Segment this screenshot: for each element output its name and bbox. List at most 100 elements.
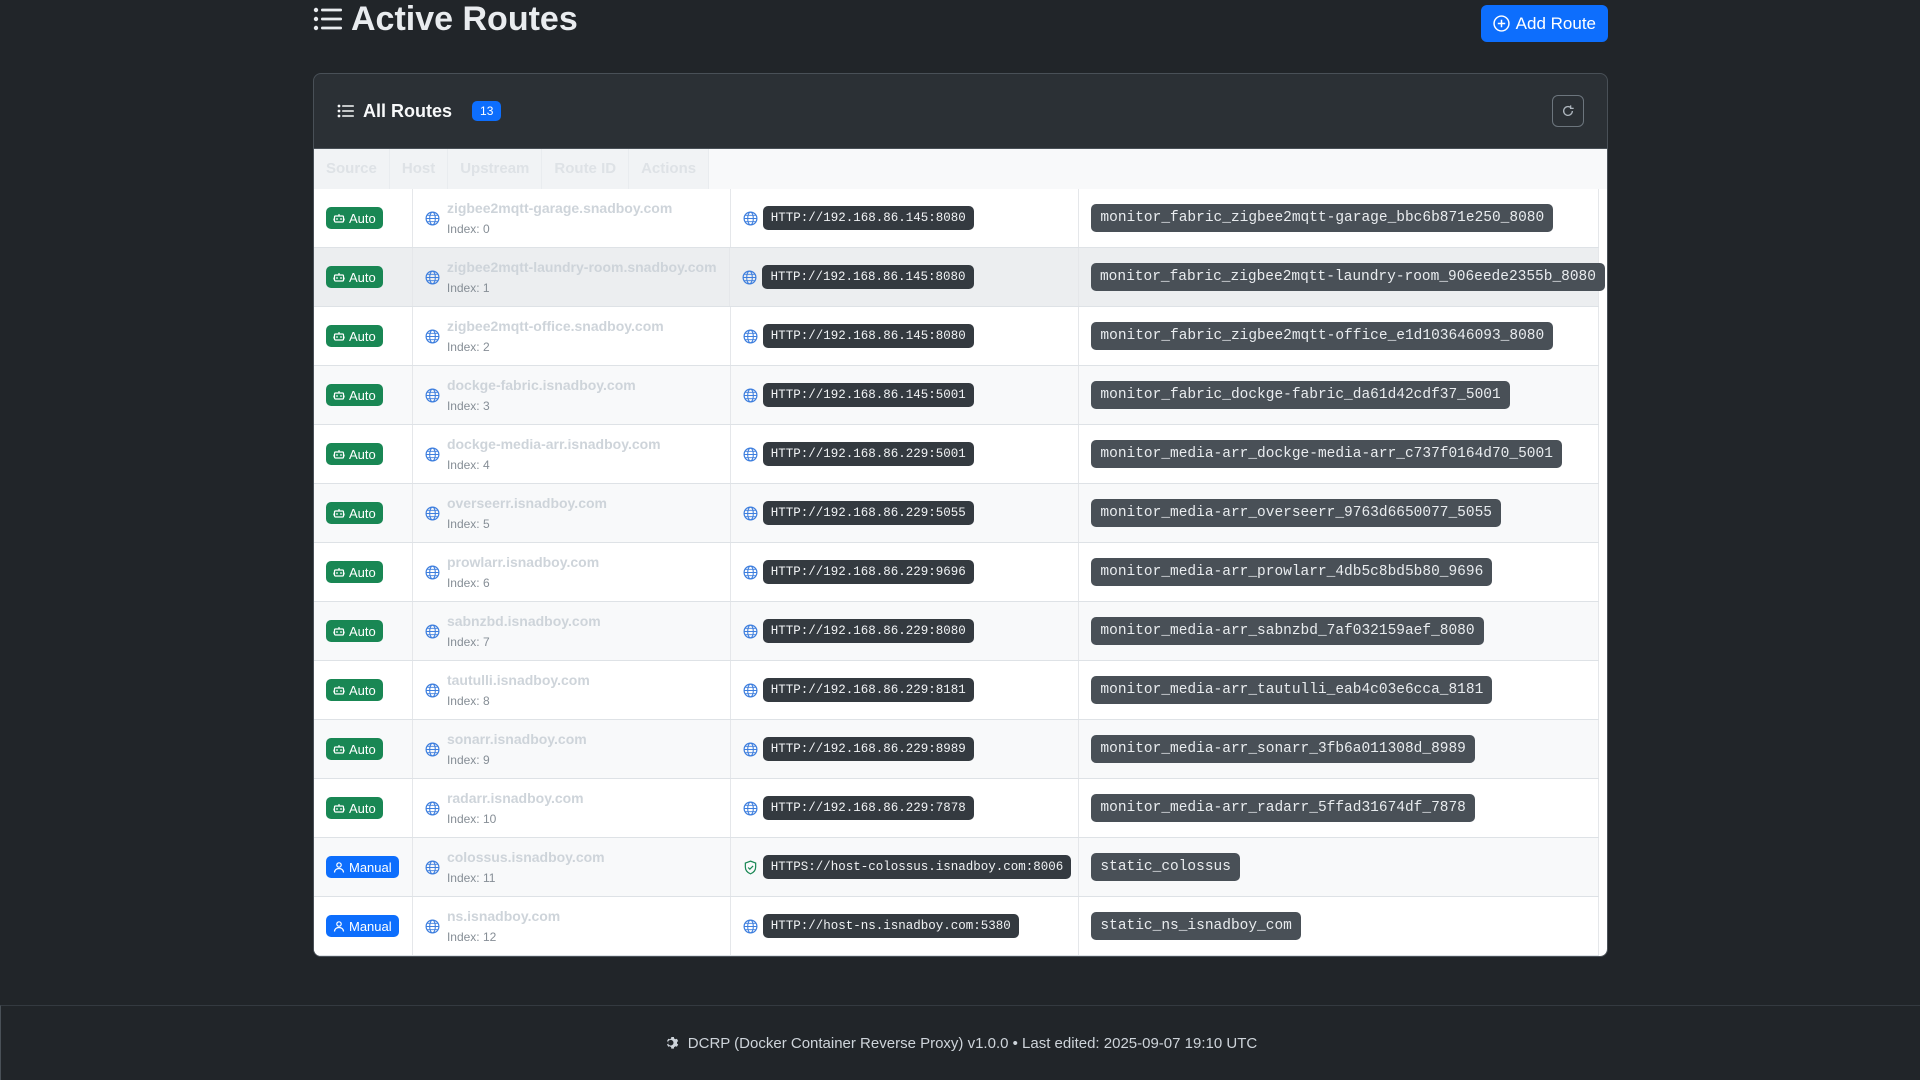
source-badge: Auto <box>326 738 383 760</box>
column-header-actions[interactable]: Actions <box>629 149 710 189</box>
globe-icon <box>425 447 440 461</box>
route-id-cell: monitor_media-arr_sabnzbd_7af032159aef_8… <box>1079 602 1600 660</box>
source-label: Auto <box>349 269 376 285</box>
host-name[interactable]: overseerr.isnadboy.com <box>447 495 607 511</box>
source-cell: Auto <box>314 720 413 778</box>
route-id-cell: monitor_media-arr_sonarr_3fb6a011308d_89… <box>1079 720 1600 778</box>
globe-icon <box>425 624 440 638</box>
footer: DCRP (Docker Container Reverse Proxy) v1… <box>0 1005 1920 1080</box>
host-name[interactable]: radarr.isnadboy.com <box>447 790 584 806</box>
table-row[interactable]: Auto zigbee2mqtt-laundry-room.snadboy.com… <box>314 248 1605 307</box>
host-info: colossus.isnadboy.com Index: 11 <box>447 849 605 885</box>
upstream-cell: HTTP://192.168.86.229:5055 <box>731 484 1080 542</box>
route-id-cell: monitor_media-arr_dockge-media-arr_c737f… <box>1079 425 1600 483</box>
host-info: radarr.isnadboy.com Index: 10 <box>447 790 584 826</box>
host-cell: colossus.isnadboy.com Index: 11 <box>413 838 731 896</box>
footer-text: DCRP (Docker Container Reverse Proxy) v1… <box>687 1034 1258 1052</box>
table-row[interactable]: Auto sonarr.isnadboy.com Index: 9 HTTP://19… <box>314 720 1600 779</box>
host-index: Index: 3 <box>446 399 490 413</box>
source-badge: Auto <box>326 797 383 819</box>
card-header: All Routes 13 <box>314 74 1607 149</box>
host-index: Index: 11 <box>446 871 496 885</box>
route-id: monitor_media-arr_sonarr_3fb6a011308d_89… <box>1091 735 1475 763</box>
table-row[interactable]: Auto zigbee2mqtt-garage.snadboy.com Index:… <box>314 189 1600 248</box>
table-row[interactable]: Auto tautulli.isnadboy.com Index: 8 HTTP://… <box>314 661 1600 720</box>
globe-icon <box>743 447 758 461</box>
table-row[interactable]: Auto prowlarr.isnadboy.com Index: 6 HTTP://… <box>314 543 1600 602</box>
host-name[interactable]: ns.isnadboy.com <box>447 908 560 924</box>
host-name[interactable]: zigbee2mqtt-office.snadboy.com <box>447 318 664 334</box>
table-body: Auto zigbee2mqtt-garage.snadboy.com Index:… <box>314 189 1605 956</box>
add-route-button[interactable]: Add Route <box>1480 5 1608 42</box>
upstream-url: HTTP://192.168.86.145:5001 <box>762 383 974 407</box>
table-row[interactable]: Auto radarr.isnadboy.com Index: 10 HTTP://1… <box>314 779 1600 838</box>
table-row[interactable]: Auto zigbee2mqtt-office.snadboy.com Index:… <box>314 307 1600 366</box>
source-cell: Manual <box>314 838 413 896</box>
host-index: Index: 12 <box>446 930 497 944</box>
globe-icon <box>743 683 758 697</box>
route-id: monitor_media-arr_overseerr_9763d6650077… <box>1091 499 1501 527</box>
host-info: sonarr.isnadboy.com Index: 9 <box>447 731 587 767</box>
globe-icon <box>743 919 758 933</box>
upstream-cell: HTTP://192.168.86.229:9696 <box>731 543 1080 601</box>
upstream-url: HTTP://192.168.86.229:5055 <box>762 501 974 525</box>
host-name[interactable]: sonarr.isnadboy.com <box>447 731 587 747</box>
route-id-cell: monitor_media-arr_tautulli_eab4c03e6cca_… <box>1079 661 1600 719</box>
source-label: Auto <box>349 505 376 521</box>
host-name[interactable]: prowlarr.isnadboy.com <box>447 554 599 570</box>
column-header-upstream[interactable]: Upstream <box>448 149 543 189</box>
upstream-cell: HTTP://192.168.86.229:5001 <box>731 425 1080 483</box>
table-row[interactable]: Manual ns.isnadboy.com Index: 12 HTTP://hos… <box>314 897 1600 956</box>
source-cell: Auto <box>314 543 413 601</box>
column-header-route-id[interactable]: Route ID <box>542 149 630 189</box>
route-id: monitor_media-arr_sabnzbd_7af032159aef_8… <box>1091 617 1484 645</box>
host-info: dockge-fabric.isnadboy.com Index: 3 <box>447 377 636 413</box>
host-name[interactable]: colossus.isnadboy.com <box>447 849 605 865</box>
source-badge: Auto <box>326 325 383 347</box>
table-header: Source Host Upstream Route ID Actions <box>314 149 1607 189</box>
host-name[interactable]: zigbee2mqtt-laundry-room.snadboy.com <box>447 259 717 275</box>
host-name[interactable]: sabnzbd.isnadboy.com <box>447 613 601 629</box>
host-cell: tautulli.isnadboy.com Index: 8 <box>413 661 731 719</box>
globe-icon <box>425 506 440 520</box>
route-id: monitor_fabric_zigbee2mqtt-garage_bbc6b8… <box>1091 204 1554 232</box>
upstream-cell: HTTPS://host-colossus.isnadboy.com:8006 <box>731 838 1080 896</box>
column-header-source[interactable]: Source <box>314 149 390 189</box>
host-index: Index: 1 <box>446 281 490 295</box>
table-row[interactable]: Auto sabnzbd.isnadboy.com Index: 7 HTTP://1… <box>314 602 1600 661</box>
globe-icon <box>743 624 758 638</box>
host-name[interactable]: dockge-fabric.isnadboy.com <box>447 377 636 393</box>
table-row[interactable]: Auto dockge-fabric.isnadboy.com Index: 3 HT… <box>314 366 1600 425</box>
refresh-button[interactable] <box>1552 95 1584 127</box>
table-row[interactable]: Auto dockge-media-arr.isnadboy.com Index: … <box>314 425 1600 484</box>
list-icon <box>337 104 354 118</box>
person-icon <box>333 861 345 873</box>
person-icon <box>333 920 345 932</box>
table-row[interactable]: Manual colossus.isnadboy.com Index: 11 HTTP… <box>314 838 1600 897</box>
source-label: Manual <box>349 918 392 934</box>
table-row[interactable]: Auto overseerr.isnadboy.com Index: 5 HTTP:/… <box>314 484 1600 543</box>
globe-icon <box>425 270 440 284</box>
source-badge: Manual <box>326 915 399 937</box>
route-id: static_ns_isnadboy_com <box>1091 912 1301 940</box>
host-name[interactable]: tautulli.isnadboy.com <box>447 672 590 688</box>
robot-icon <box>333 449 345 459</box>
route-count-badge: 13 <box>472 101 502 121</box>
robot-icon <box>333 272 345 282</box>
globe-icon <box>742 270 757 284</box>
host-name[interactable]: dockge-media-arr.isnadboy.com <box>447 436 661 452</box>
route-id: monitor_fabric_dockge-fabric_da61d42cdf3… <box>1091 381 1510 409</box>
globe-icon <box>743 801 758 815</box>
source-cell: Manual <box>314 897 413 955</box>
source-badge: Auto <box>326 561 383 583</box>
globe-icon <box>743 742 758 756</box>
column-header-host[interactable]: Host <box>389 149 449 189</box>
source-label: Auto <box>349 682 376 698</box>
globe-icon <box>425 742 440 756</box>
source-cell: Auto <box>314 248 413 306</box>
globe-icon <box>425 860 440 874</box>
gear-icon <box>666 1037 678 1049</box>
host-name[interactable]: zigbee2mqtt-garage.snadboy.com <box>447 200 672 216</box>
robot-icon <box>333 685 345 695</box>
host-index: Index: 4 <box>446 458 490 472</box>
